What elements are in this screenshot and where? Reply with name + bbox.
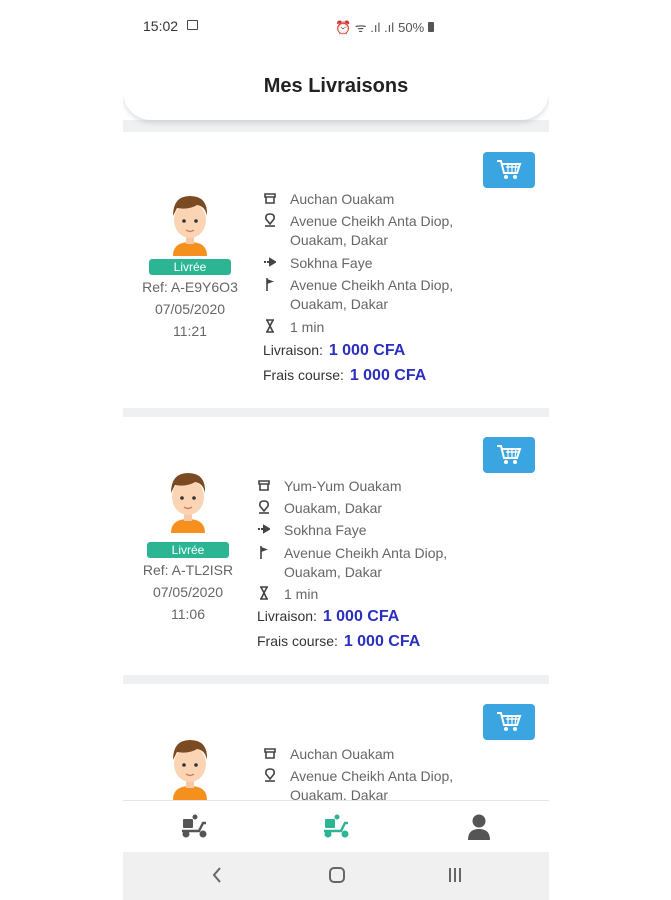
cart-icon <box>497 712 522 731</box>
delivery-ref: Ref: A-TL2ISR <box>142 562 234 578</box>
app-header: Mes Livraisons <box>123 50 549 120</box>
back-icon[interactable] <box>211 866 223 884</box>
delivery-meta: Livrée Ref: A-TL2ISR 07/05/2020 11:06 <box>130 541 246 625</box>
status-indicators: ⏰ ᯤ .ıl .ıl 50% <box>335 18 435 36</box>
phone-screen: 15:02 ⏰ ᯤ .ıl .ıl 50% Mes Livraisons Liv… <box>123 0 549 900</box>
system-navigation-bar <box>123 852 549 900</box>
fee-price: 1 000 CFA <box>349 367 427 384</box>
fee-price-row: Frais course: 1 000 CFA <box>257 633 420 651</box>
cart-button[interactable] <box>483 704 535 740</box>
store-icon <box>264 748 276 759</box>
hourglass-icon <box>266 319 274 333</box>
delivery-time: 11:06 <box>171 606 205 622</box>
pickup-address-line1: Avenue Cheikh Anta Diop, <box>290 768 454 784</box>
battery-icon <box>428 22 435 32</box>
arrow-right-icon <box>264 257 276 267</box>
destination-address-line1: Avenue Cheikh Anta Diop, <box>290 277 454 293</box>
location-pin-icon <box>265 768 275 782</box>
cart-button[interactable] <box>483 437 535 473</box>
pickup-address-line1: Avenue Cheikh Anta Diop, <box>290 213 454 229</box>
fee-price: 1 000 CFA <box>343 633 421 650</box>
delivery-card[interactable]: Livrée Ref: A-TL2ISR 07/05/2020 11:06 Yu… <box>123 417 549 675</box>
location-pin-icon <box>265 213 275 227</box>
delivery-price-row: Livraison: 1 000 CFA <box>257 608 399 626</box>
delivery-meta: Livrée Ref: A-E9Y6O3 07/05/2020 11:21 <box>132 258 248 342</box>
status-bar: 15:02 ⏰ ᯤ .ıl .ıl 50% <box>123 0 549 50</box>
user-icon[interactable] <box>464 813 494 841</box>
fee-price-row: Frais course: 1 000 CFA <box>263 367 426 385</box>
avatar <box>171 473 206 533</box>
flag-icon <box>260 546 268 559</box>
avatar <box>173 740 208 800</box>
delivery-date: 07/05/2020 <box>154 301 226 317</box>
customer-name: Sokhna Faye <box>290 255 373 271</box>
arrow-right-icon <box>258 524 270 534</box>
delivery-price-row: Livraison: 1 000 CFA <box>263 342 405 360</box>
bottom-navigation <box>123 800 549 853</box>
divider <box>123 408 549 417</box>
duration: 1 min <box>284 586 319 602</box>
delivery-price: 1 000 CFA <box>322 608 400 625</box>
divider <box>123 675 549 684</box>
fee-label: Frais course: <box>263 367 344 383</box>
store-name: Auchan Ouakam <box>290 191 395 207</box>
pickup-address-line2: Ouakam, Dakar <box>290 232 389 248</box>
divider <box>123 120 549 132</box>
page-title: Mes Livraisons <box>263 75 409 97</box>
delivery-time: 11:21 <box>173 323 207 339</box>
status-badge: Livrée <box>149 259 231 275</box>
duration: 1 min <box>290 319 325 335</box>
delivery-card[interactable]: Auchan Ouakam Avenue Cheikh Anta Diop, Ou… <box>123 684 549 803</box>
flag-icon <box>266 278 274 291</box>
destination-address-line1: Avenue Cheikh Anta Diop, <box>284 545 448 561</box>
status-time: 15:02 <box>143 18 179 34</box>
delivery-ref: Ref: A-E9Y6O3 <box>142 279 238 295</box>
store-name: Yum-Yum Ouakam <box>284 478 402 494</box>
cart-icon <box>497 160 522 179</box>
destination-address-line2: Ouakam, Dakar <box>284 564 383 580</box>
battery-level: 50% <box>398 19 425 35</box>
pickup-address-line1: Ouakam, Dakar <box>284 500 383 516</box>
gallery-icon <box>187 20 198 30</box>
store-name: Auchan Ouakam <box>290 746 395 762</box>
delivery-price-label: Livraison: <box>257 608 317 624</box>
fee-label: Frais course: <box>257 633 338 649</box>
avatar <box>173 196 208 256</box>
hourglass-icon <box>260 586 268 600</box>
cart-icon <box>497 445 522 464</box>
cart-button[interactable] <box>483 152 535 188</box>
recent-apps-icon[interactable] <box>447 866 463 884</box>
delivery-price-label: Livraison: <box>263 342 323 358</box>
location-pin-icon <box>259 500 269 514</box>
customer-name: Sokhna Faye <box>284 522 367 538</box>
delivery-price: 1 000 CFA <box>328 342 406 359</box>
delivery-card[interactable]: Livrée Ref: A-E9Y6O3 07/05/2020 11:21 Au… <box>123 132 549 390</box>
store-icon <box>258 480 270 491</box>
signal-icons: ⏰ ᯤ .ıl .ıl <box>335 20 395 35</box>
status-badge: Livrée <box>147 542 229 558</box>
destination-address-line2: Ouakam, Dakar <box>290 296 389 312</box>
home-icon[interactable] <box>328 866 346 884</box>
scooter-icon[interactable] <box>179 813 209 841</box>
delivery-date: 07/05/2020 <box>152 584 224 600</box>
store-icon <box>264 193 276 204</box>
scooter-icon-active[interactable] <box>321 813 351 841</box>
